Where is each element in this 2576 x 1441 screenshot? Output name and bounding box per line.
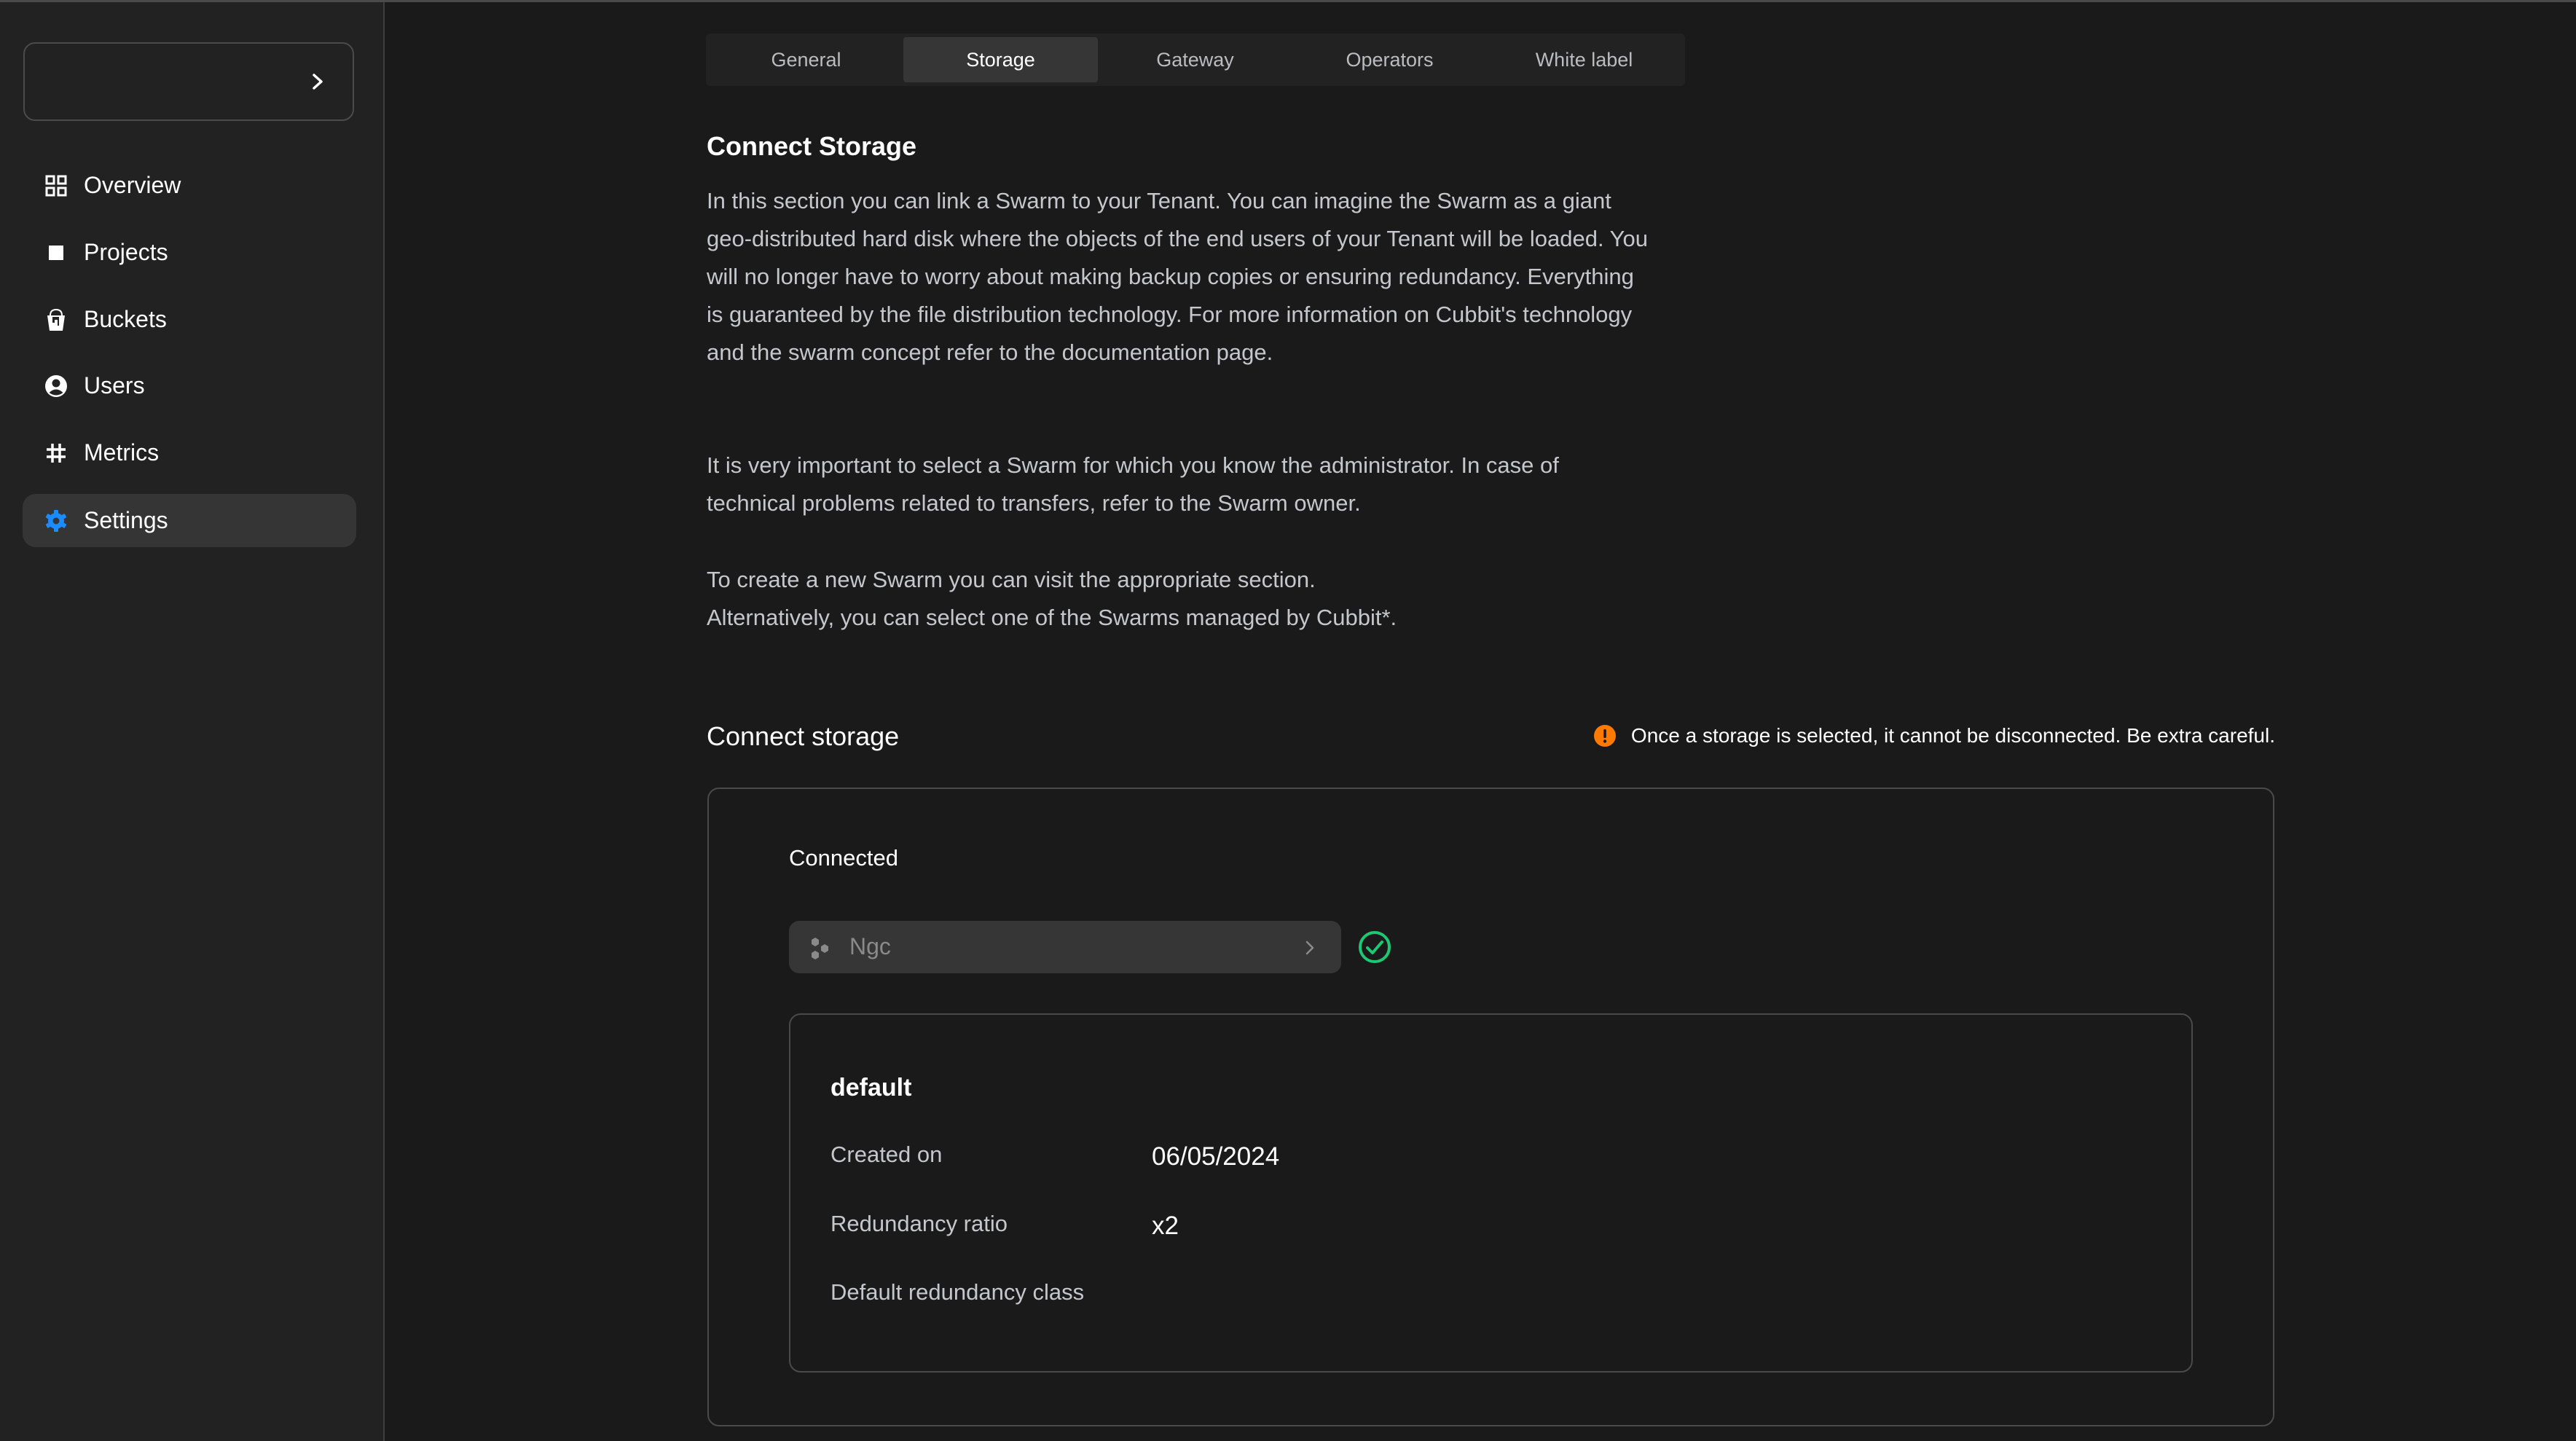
sidebar-item-overview[interactable]: Overview: [23, 159, 356, 212]
sidebar-item-label: Overview: [84, 172, 181, 198]
redundancy-ratio-value: x2: [1152, 1212, 1179, 1240]
connection-status-label: Connected: [789, 845, 898, 871]
chevron-right-icon: [313, 74, 323, 90]
redundancy-ratio-label: Redundancy ratio: [830, 1211, 1008, 1236]
gear-icon: [44, 509, 68, 533]
sidebar: Overview Projects Buckets Users Metrics: [0, 2, 385, 1441]
sidebar-item-label: Projects: [84, 239, 168, 265]
created-on-label: Created on: [830, 1142, 943, 1167]
hash-icon: [44, 441, 68, 465]
sidebar-item-label: Users: [84, 372, 145, 398]
sidebar-item-settings[interactable]: Settings: [23, 494, 356, 547]
sidebar-item-label: Settings: [84, 507, 168, 533]
sidebar-item-label: Metrics: [84, 439, 160, 466]
sidebar-item-label: Buckets: [84, 306, 167, 332]
warning-paragraph: It is very important to select a Swarm f…: [707, 452, 1559, 516]
tab-operators[interactable]: Operators: [1292, 37, 1487, 82]
page-title: Connect Storage: [707, 131, 917, 161]
default-redundancy-class-label: Default redundancy class: [830, 1279, 1085, 1305]
settings-tabs: General Storage Gateway Operators White …: [706, 34, 1685, 86]
tab-white-label[interactable]: White label: [1487, 37, 1681, 82]
user-circle-icon: [44, 374, 68, 398]
warning-text: Once a storage is selected, it cannot be…: [1630, 724, 2275, 747]
created-on-value: 06/05/2024: [1152, 1142, 1280, 1171]
sidebar-item-metrics[interactable]: Metrics: [23, 426, 356, 479]
window-top-border: [0, 0, 2576, 2]
tab-storage[interactable]: Storage: [903, 37, 1098, 82]
tab-gateway[interactable]: Gateway: [1098, 37, 1292, 82]
intro-paragraph: In this section you can link a Swarm to …: [707, 188, 1648, 365]
swarm-name: Ngc: [849, 933, 891, 959]
grid-icon: [44, 174, 68, 197]
warning-icon: [1593, 725, 1616, 747]
create-swarm-paragraph: To create a new Swarm you can visit the …: [707, 561, 1654, 637]
chevron-right-icon: [1305, 941, 1314, 955]
workspace-selector[interactable]: [23, 42, 354, 121]
swarm-selector[interactable]: Ngc: [789, 921, 1341, 973]
managed-swarm-line: Alternatively, you can select one of the…: [707, 605, 1397, 630]
tab-general[interactable]: General: [709, 37, 903, 82]
swarm-icon: [812, 938, 828, 959]
connect-storage-heading: Connect storage: [707, 721, 900, 751]
sidebar-item-buckets[interactable]: Buckets: [23, 293, 356, 346]
square-icon: [44, 241, 68, 264]
bucket-icon: [44, 308, 68, 331]
create-swarm-line: To create a new Swarm you can visit the …: [707, 567, 1316, 592]
sidebar-item-users[interactable]: Users: [23, 359, 356, 412]
storage-pool-card: [789, 1013, 2193, 1373]
check-circle-icon: [1359, 931, 1391, 963]
sidebar-item-projects[interactable]: Projects: [23, 226, 356, 279]
disconnect-warning: Once a storage is selected, it cannot be…: [1593, 724, 2275, 747]
pool-name: default: [830, 1074, 912, 1102]
